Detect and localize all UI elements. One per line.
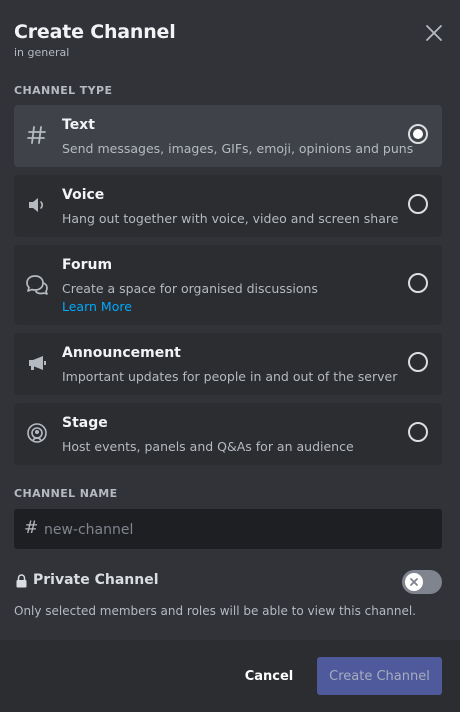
modal-title: Create Channel bbox=[14, 21, 176, 43]
learn-more-link[interactable]: Learn More bbox=[62, 299, 132, 314]
channel-name-prefix: # bbox=[24, 518, 39, 538]
hash-icon bbox=[24, 122, 50, 148]
modal-header: Create Channel in general bbox=[0, 0, 460, 70]
modal-footer: Cancel Create Channel bbox=[0, 640, 460, 712]
channel-type-description: Important updates for people in and out … bbox=[62, 369, 398, 384]
channel-type-description: Create a space for organised discussions bbox=[62, 281, 318, 296]
channel-type-description: Host events, panels and Q&As for an audi… bbox=[62, 439, 354, 454]
channel-type-name: Announcement bbox=[62, 345, 181, 361]
channel-type-text[interactable]: Text Send messages, images, GIFs, emoji,… bbox=[14, 105, 442, 167]
megaphone-icon bbox=[24, 350, 50, 376]
private-channel-row: Private Channel bbox=[14, 570, 442, 594]
channel-type-name: Text bbox=[62, 117, 95, 133]
radio-announcement[interactable] bbox=[408, 352, 428, 372]
radio-voice[interactable] bbox=[408, 194, 428, 214]
speaker-icon bbox=[24, 192, 50, 218]
channel-type-label: CHANNEL TYPE bbox=[14, 84, 113, 97]
x-icon bbox=[410, 578, 418, 586]
private-channel-label: Private Channel bbox=[33, 572, 159, 588]
radio-forum[interactable] bbox=[408, 273, 428, 293]
private-channel-note: Only selected members and roles will be … bbox=[14, 604, 416, 618]
cancel-button[interactable]: Cancel bbox=[228, 657, 310, 695]
channel-type-name: Voice bbox=[62, 187, 105, 203]
close-icon bbox=[426, 25, 442, 41]
channel-type-list: Text Send messages, images, GIFs, emoji,… bbox=[14, 105, 442, 473]
channel-type-description: Send messages, images, GIFs, emoji, opin… bbox=[62, 141, 414, 156]
channel-type-forum[interactable]: Forum Create a space for organised discu… bbox=[14, 245, 442, 325]
radio-stage[interactable] bbox=[408, 422, 428, 442]
channel-type-name: Stage bbox=[62, 415, 108, 431]
create-channel-modal: Create Channel in general CHANNEL TYPE T… bbox=[0, 0, 460, 712]
channel-type-stage[interactable]: Stage Host events, panels and Q&As for a… bbox=[14, 403, 442, 465]
private-channel-toggle[interactable] bbox=[402, 570, 442, 594]
lock-icon bbox=[16, 574, 27, 588]
modal-subtitle: in general bbox=[14, 46, 70, 59]
create-channel-button[interactable]: Create Channel bbox=[317, 657, 442, 695]
channel-name-label: CHANNEL NAME bbox=[14, 487, 118, 500]
close-button[interactable] bbox=[424, 23, 444, 43]
channel-name-field: # bbox=[14, 509, 442, 551]
radio-text[interactable] bbox=[408, 124, 428, 144]
channel-type-announcement[interactable]: Announcement Important updates for peopl… bbox=[14, 333, 442, 395]
stage-icon bbox=[24, 420, 50, 446]
toggle-knob bbox=[405, 573, 423, 591]
forum-icon bbox=[24, 272, 50, 298]
channel-name-input[interactable] bbox=[42, 509, 436, 551]
channel-type-name: Forum bbox=[62, 257, 113, 273]
channel-type-description: Hang out together with voice, video and … bbox=[62, 211, 399, 226]
channel-type-voice[interactable]: Voice Hang out together with voice, vide… bbox=[14, 175, 442, 237]
